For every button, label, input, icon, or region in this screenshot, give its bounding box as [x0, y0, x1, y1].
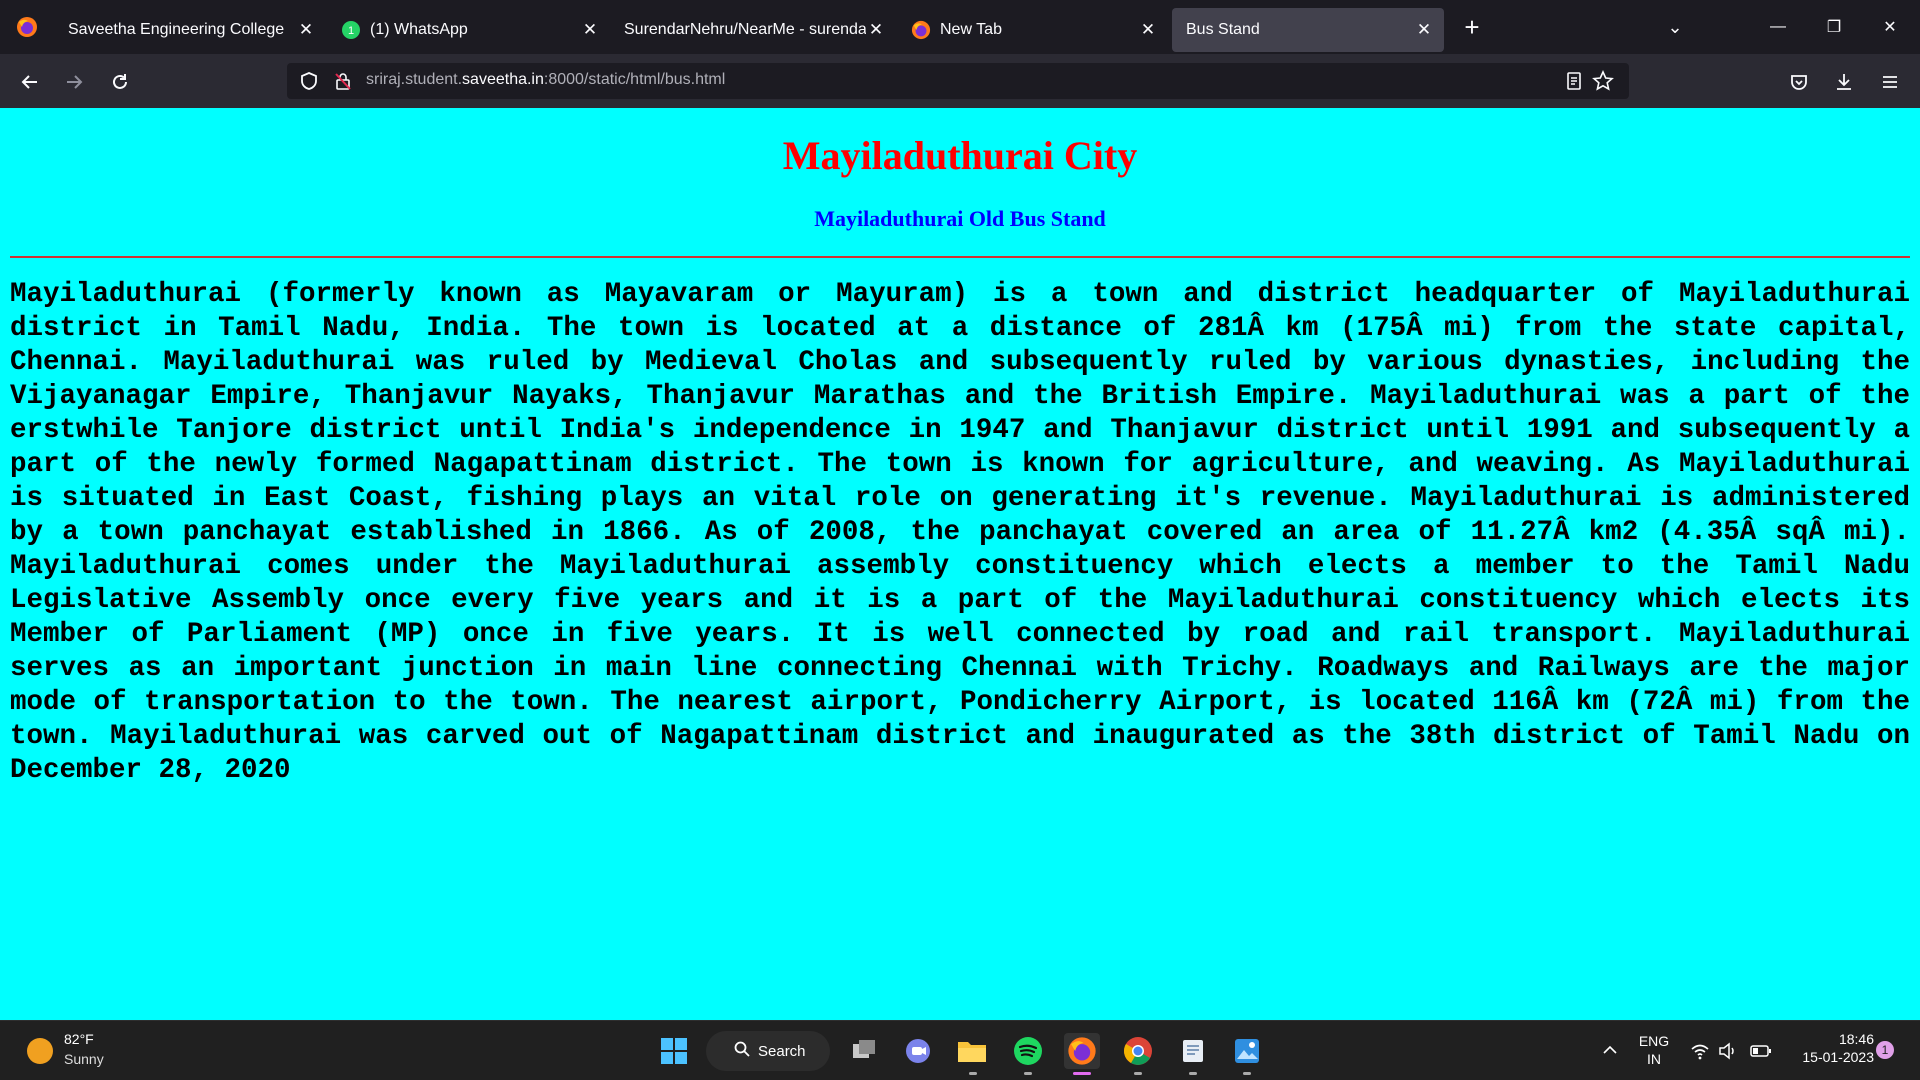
firefox-icon: [910, 19, 932, 41]
spotify-icon[interactable]: [1010, 1033, 1046, 1069]
clock[interactable]: 18:46 15-01-2023: [1784, 1031, 1874, 1065]
search-icon: [734, 1041, 750, 1062]
page-subtitle: Mayiladuthurai Old Bus Stand: [814, 206, 1106, 231]
close-icon[interactable]: ✕: [1414, 20, 1434, 40]
clock-time: 18:46: [1838, 1031, 1874, 1047]
running-indicator: [969, 1072, 977, 1075]
sun-icon: [27, 1038, 53, 1064]
taskbar-search-button[interactable]: Search: [706, 1031, 830, 1071]
reload-icon[interactable]: [104, 66, 136, 98]
running-indicator: [1189, 1072, 1197, 1075]
body-paragraph: Mayiladuthurai (formerly known as Mayava…: [10, 279, 1910, 786]
tab-title: SurendarNehru/NearMe - surendar: [624, 21, 866, 38]
url-suffix: :8000/static/html/bus.html: [543, 71, 726, 88]
photos-icon[interactable]: [1229, 1033, 1265, 1069]
tab-title: Bus Stand: [1186, 21, 1260, 38]
navigation-toolbar: sriraj.student.saveetha.in:8000/static/h…: [0, 54, 1920, 108]
list-all-tabs-icon[interactable]: ⌄: [1660, 12, 1690, 42]
running-indicator: [1024, 1072, 1032, 1075]
task-view-icon[interactable]: [846, 1033, 882, 1069]
horizontal-rule: [10, 256, 1910, 258]
windows-start-icon[interactable]: [656, 1033, 692, 1069]
hamburger-menu-icon[interactable]: [1874, 66, 1906, 98]
tab-title: New Tab: [940, 21, 1002, 38]
close-window-icon[interactable]: ✕: [1862, 0, 1918, 54]
close-icon[interactable]: ✕: [1138, 20, 1158, 40]
notification-badge[interactable]: 1: [1876, 1041, 1894, 1059]
region-code: IN: [1647, 1051, 1661, 1067]
running-indicator: [1243, 1072, 1251, 1075]
tab-new-tab[interactable]: New Tab ✕: [896, 8, 1168, 52]
page-viewport: Mayiladuthurai City Mayiladuthurai Old B…: [0, 108, 1920, 1020]
volume-icon[interactable]: [1718, 1042, 1738, 1065]
weather-temperature: 82°F: [64, 1031, 94, 1047]
url-bar[interactable]: sriraj.student.saveetha.in:8000/static/h…: [287, 63, 1629, 99]
running-indicator: [1134, 1072, 1142, 1075]
firefox-menu-icon[interactable]: [0, 0, 54, 54]
pocket-icon[interactable]: [1783, 66, 1815, 98]
whatsapp-icon: 1: [340, 19, 362, 41]
wifi-icon[interactable]: [1690, 1042, 1710, 1065]
show-hidden-icons-chevron-icon[interactable]: [1601, 1041, 1619, 1064]
firefox-taskbar-icon[interactable]: [1064, 1033, 1100, 1069]
language-code: ENG: [1638, 1033, 1670, 1049]
reader-view-icon[interactable]: [1564, 71, 1584, 96]
tab-bus-stand[interactable]: Bus Stand ✕: [1172, 8, 1444, 52]
close-icon[interactable]: ✕: [296, 20, 316, 40]
tab-whatsapp[interactable]: 1 (1) WhatsApp ✕: [326, 8, 610, 52]
file-explorer-icon[interactable]: [954, 1033, 990, 1069]
chrome-icon[interactable]: [1120, 1033, 1156, 1069]
back-icon[interactable]: [14, 66, 46, 98]
tab-strip: Saveetha Engineering College ✕ 1 (1) Wha…: [0, 0, 1920, 54]
active-indicator: [1073, 1072, 1091, 1075]
bookmark-star-icon[interactable]: [1592, 70, 1614, 97]
page-title: Mayiladuthurai City: [782, 133, 1138, 178]
tab-title: (1) WhatsApp: [370, 21, 468, 38]
clock-date: 15-01-2023: [1802, 1049, 1874, 1065]
url-domain: saveetha.in: [462, 71, 544, 88]
weather-condition: Sunny: [64, 1051, 104, 1067]
forward-icon[interactable]: [58, 66, 90, 98]
close-icon[interactable]: ✕: [866, 20, 886, 40]
teams-chat-icon[interactable]: [900, 1033, 936, 1069]
svg-text:1: 1: [348, 25, 354, 37]
insecure-lock-icon[interactable]: [333, 71, 353, 96]
restore-icon[interactable]: ❐: [1806, 0, 1862, 54]
tab-title: Saveetha Engineering College: [68, 21, 285, 38]
shield-icon[interactable]: [299, 71, 319, 96]
tab-saveetha[interactable]: Saveetha Engineering College ✕: [54, 8, 326, 52]
language-indicator[interactable]: ENG IN: [1636, 1033, 1672, 1067]
battery-icon[interactable]: [1750, 1043, 1772, 1064]
minimize-icon[interactable]: —: [1750, 0, 1806, 54]
url-text[interactable]: sriraj.student.saveetha.in:8000/static/h…: [366, 71, 725, 89]
tab-nearme[interactable]: SurendarNehru/NearMe - surendar ✕: [610, 8, 896, 52]
url-prefix: sriraj.student.: [366, 71, 463, 88]
search-label: Search: [758, 1042, 806, 1060]
close-icon[interactable]: ✕: [580, 20, 600, 40]
notepad-icon[interactable]: [1175, 1033, 1211, 1069]
taskbar: 82°F Sunny Search ENG IN 18:46 15-01-202…: [0, 1020, 1920, 1080]
downloads-icon[interactable]: [1828, 66, 1860, 98]
new-tab-button[interactable]: +: [1452, 12, 1492, 43]
